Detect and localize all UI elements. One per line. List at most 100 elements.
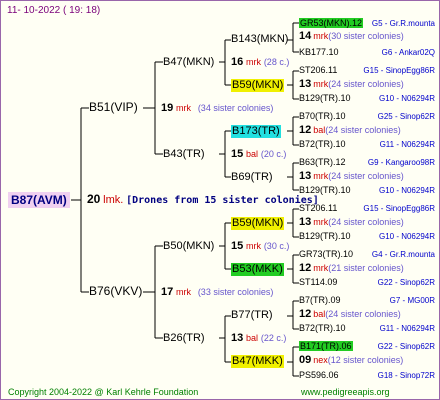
gen4-sire-row: ST206.11 G15 - SinopEgg86R xyxy=(299,64,435,77)
footer-site-link[interactable]: www.pedigreeapis.org xyxy=(301,386,390,399)
gen3-node-b77: B77(TR) xyxy=(231,309,273,321)
gen4-unit: mrk xyxy=(313,217,329,227)
gen4-sire-row: GR53(MKN).12 G5 - Gr.R.mounta xyxy=(299,17,435,30)
gen2-b47-unit: mrk xyxy=(246,57,262,67)
gen1-b51-note: (34 sister colonies) xyxy=(197,103,274,113)
gen2-b43-note: (20 c.) xyxy=(260,149,287,159)
gen2-b47-note: (28 c.) xyxy=(263,57,290,67)
gen2-b47-info: 16 mrk (28 c.) xyxy=(231,56,289,69)
gen4-note: (24 sister colonies) xyxy=(328,79,404,89)
gen4-queen-label: G10 - N06294R xyxy=(378,232,435,241)
gen4-sire-row: B63(TR).12 G9 - Kangaroo98R xyxy=(299,156,435,169)
gen4-count-row: 12 mrk(21 sister colonies) xyxy=(299,262,404,275)
gen4-sire-row: B129(TR).10 G10 - N06294R xyxy=(299,184,435,197)
gen4-sire-row: ST206.11 G15 - SinopEgg86R xyxy=(299,202,435,215)
root-queen-label: B87(AVM) xyxy=(8,192,70,208)
gen2-node-b47: B47(MKN) xyxy=(163,56,215,68)
gen2-b43-count: 15 xyxy=(231,148,244,160)
gen4-count-row: 12 bal(24 sister colonies) xyxy=(299,308,401,321)
gen4-unit: mrk xyxy=(313,79,329,89)
gen2-b50-info: 15 mrk (30 c.) xyxy=(231,240,289,253)
gen4-queen-label: G15 - SinopEgg86R xyxy=(363,66,435,75)
gen4-unit: nex xyxy=(313,355,328,365)
gen4-sire-label: B129(TR).10 xyxy=(299,231,351,241)
gen4-count: 13 xyxy=(299,170,312,182)
root-drone-info: 20 lmk. [Drones from 15 sister colonies] xyxy=(87,193,319,207)
gen4-queen-label: G10 - N06294R xyxy=(378,186,435,195)
gen4-note: (12 sister colonies) xyxy=(327,355,404,365)
gen1-b51-unit: mrk xyxy=(176,103,192,113)
gen4-sire-row: ST114.09 G22 - Sinop62R xyxy=(299,276,435,289)
gen4-note: (24 sister colonies) xyxy=(325,309,401,319)
gen4-queen-label: G7 - MG00R xyxy=(389,296,435,305)
gen4-sire-label: B129(TR).10 xyxy=(299,185,351,195)
gen1-node-b76: B76(VKV) xyxy=(89,284,143,298)
gen2-b43-unit: bal xyxy=(246,149,259,159)
gen4-queen-label: G11 - N06294R xyxy=(379,324,435,333)
gen4-sire-label: B129(TR).10 xyxy=(299,93,351,103)
gen4-count: 13 xyxy=(299,216,312,228)
gen4-unit: bal xyxy=(313,309,326,319)
gen4-note: (30 sister colonies) xyxy=(328,31,404,41)
root-count: 20 xyxy=(87,192,101,206)
gen4-sire-label: ST114.09 xyxy=(299,277,338,287)
gen4-count: 13 xyxy=(299,78,312,90)
gen4-sire-row: B70(TR).10 G25 - Sinop62R xyxy=(299,110,435,123)
root-unit: lmk. xyxy=(103,194,124,206)
gen4-count-row: 13 mrk(24 sister colonies) xyxy=(299,170,404,183)
gen2-node-b50: B50(MKN) xyxy=(163,240,215,252)
gen1-b51-count: 19 xyxy=(161,102,174,114)
gen4-count-row: 13 mrk(24 sister colonies) xyxy=(299,216,404,229)
gen4-sire-row: B72(TR).10 G11 - N06294R xyxy=(299,138,435,151)
gen1-b76-unit: mrk xyxy=(176,287,192,297)
gen4-sire-label: B171(TR).06 xyxy=(299,341,353,351)
gen2-b50-note: (30 c.) xyxy=(263,241,290,251)
gen4-queen-label: G25 - Sinop62R xyxy=(377,112,435,121)
gen2-b50-count: 15 xyxy=(231,240,244,252)
gen4-queen-label: G11 - N06294R xyxy=(379,140,435,149)
gen4-sire-label: PS596.06 xyxy=(299,370,339,380)
gen2-b26-unit: bal xyxy=(246,333,259,343)
gen2-b26-note: (22 c.) xyxy=(260,333,287,343)
gen2-node-b43: B43(TR) xyxy=(163,148,205,160)
gen4-queen-label: G22 - Sinop62R xyxy=(377,342,435,351)
pedigree-frame: 11- 10-2022 ( 19: 18) B87(AVM) 20 lmk. [… xyxy=(0,0,440,400)
gen4-sire-label: GR53(MKN).12 xyxy=(299,18,364,28)
gen3-node-b69: B69(TR) xyxy=(231,171,273,183)
footer-copyright: Copyright 2004-2022 @ Karl Kehrle Founda… xyxy=(8,387,199,397)
gen3-node-b59b-highlighted: B59(MKN) xyxy=(231,217,285,230)
gen1-b51-info: 19 mrk (34 sister colonies) xyxy=(161,102,273,115)
gen4-sire-row: B72(TR).10 G11 - N06294R xyxy=(299,322,435,335)
gen1-b76-count: 17 xyxy=(161,286,174,298)
gen4-count-row: 14 mrk(30 sister colonies) xyxy=(299,30,404,43)
gen4-queen-label: G4 - Gr.R.mounta xyxy=(371,250,435,259)
gen4-unit: bal xyxy=(313,125,326,135)
gen2-node-b26: B26(TR) xyxy=(163,332,205,344)
gen4-sire-row: B129(TR).10 G10 - N06294R xyxy=(299,230,435,243)
gen3-node-b53-highlighted: B53(MKK) xyxy=(231,263,284,276)
gen4-unit: mrk xyxy=(313,171,329,181)
gen3-node-b173-highlighted: B173(TR) xyxy=(231,125,281,138)
report-date: 11- 10-2022 ( 19: 18) xyxy=(7,5,101,16)
gen4-note: (21 sister colonies) xyxy=(328,263,404,273)
gen4-sire-label: B7(TR).09 xyxy=(299,295,341,305)
gen4-sire-row: PS596.06 G18 - Sinop72R xyxy=(299,369,435,382)
gen4-queen-label: G18 - Sinop72R xyxy=(377,371,435,380)
gen4-unit: mrk xyxy=(313,263,329,273)
gen4-sire-row: B7(TR).09 G7 - MG00R xyxy=(299,294,435,307)
gen1-node-b51: B51(VIP) xyxy=(89,100,138,114)
gen1-b76-info: 17 mrk (33 sister colonies) xyxy=(161,286,273,299)
gen4-queen-label: G9 - Kangaroo98R xyxy=(367,158,435,167)
gen3-node-b59-highlighted: B59(MKN) xyxy=(231,79,285,92)
gen4-sire-row: B129(TR).10 G10 - N06294R xyxy=(299,92,435,105)
gen4-count: 12 xyxy=(299,308,312,320)
gen4-sire-label: ST206.11 xyxy=(299,65,338,75)
gen3-node-b143: B143(MKN) xyxy=(231,33,289,45)
gen4-queen-label: G5 - Gr.R.mounta xyxy=(371,19,435,28)
gen2-b47-count: 16 xyxy=(231,56,244,68)
root-drone-note: [Drones from 15 sister colonies] xyxy=(126,195,319,206)
gen4-count-row: 12 bal(24 sister colonies) xyxy=(299,124,401,137)
gen4-count-row: 09 nex(12 sister colonies) xyxy=(299,354,403,367)
gen4-count: 12 xyxy=(299,262,312,274)
gen4-sire-label: B63(TR).12 xyxy=(299,157,346,167)
